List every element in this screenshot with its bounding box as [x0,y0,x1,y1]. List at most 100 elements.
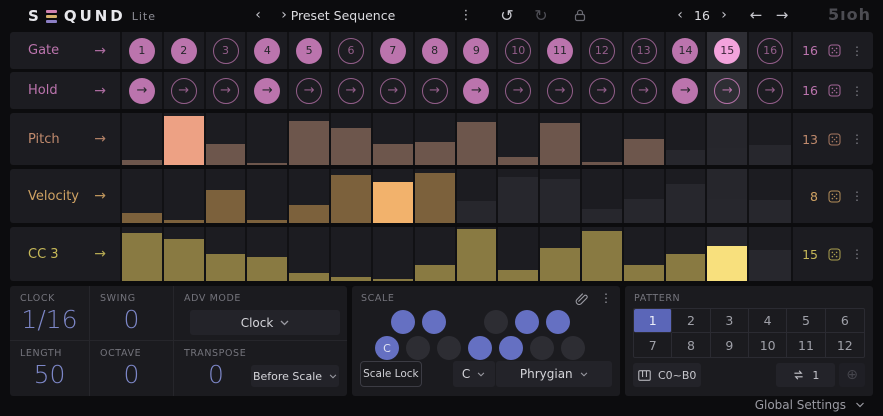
redo-icon[interactable]: ↻ [530,0,552,30]
row-direction-icon[interactable]: → [94,188,106,204]
cc3-step-5[interactable] [289,227,331,281]
scale-note-csharp[interactable] [391,310,415,334]
gate-step-11[interactable]: 11 [540,32,582,69]
row-direction-icon[interactable]: → [94,131,106,147]
pitch-step-4[interactable] [247,113,289,165]
randomize-dice-icon[interactable] [828,44,841,57]
octave-value[interactable]: 0 [100,360,173,389]
cc3-step-9[interactable] [457,227,499,281]
hold-step-10[interactable]: → [498,72,540,109]
transpose-mode-dropdown[interactable]: Before Scale [251,365,339,387]
pitch-step-3[interactable] [206,113,248,165]
swing-param[interactable]: SWING 0 [90,286,174,341]
scale-note-d[interactable] [406,336,430,360]
step-count-value[interactable]: 16 [690,0,714,30]
cc3-step-11[interactable] [540,227,582,281]
hold-step-6[interactable]: → [331,72,373,109]
velocity-step-4[interactable] [247,169,289,223]
pitch-step-13[interactable] [624,113,666,165]
scale-note-c[interactable]: C [375,336,399,360]
pattern-add-icon[interactable]: ⊕ [839,363,865,387]
gate-step-12[interactable]: 12 [582,32,624,69]
undo-icon[interactable]: ↺ [496,0,518,30]
gate-step-6[interactable]: 6 [331,32,373,69]
velocity-step-11[interactable] [540,169,582,223]
pattern-slot-7[interactable]: 7 [634,333,672,357]
pitch-step-7[interactable] [373,113,415,165]
shift-left-icon[interactable]: ← [746,0,766,30]
row-hold-length-value[interactable]: 16 [802,83,818,98]
velocity-step-16[interactable] [749,169,791,223]
clock-value[interactable]: 1/16 [20,305,89,334]
scale-note-f[interactable] [468,336,492,360]
pitch-step-14[interactable] [666,113,708,165]
cc3-step-1[interactable] [122,227,164,281]
velocity-step-12[interactable] [582,169,624,223]
hold-step-11[interactable]: → [540,72,582,109]
hold-step-7[interactable]: → [373,72,415,109]
hold-step-9[interactable]: → [457,72,499,109]
pitch-step-11[interactable] [540,113,582,165]
global-settings-button[interactable]: Global Settings [755,398,865,412]
cc3-step-8[interactable] [415,227,457,281]
hold-step-15[interactable]: → [707,72,749,109]
hold-step-4[interactable]: → [247,72,289,109]
pattern-slot-11[interactable]: 11 [787,333,825,357]
row-gate-length-value[interactable]: 16 [802,43,818,58]
scale-note-dsharp[interactable] [422,310,446,334]
gate-step-15[interactable]: 15 [707,32,749,69]
scale-note-b[interactable] [561,336,585,360]
hold-step-8[interactable]: → [415,72,457,109]
cc3-step-13[interactable] [624,227,666,281]
preset-name[interactable]: Preset Sequence [288,0,398,30]
velocity-step-2[interactable] [164,169,206,223]
pitch-step-12[interactable] [582,113,624,165]
row-gate-label[interactable]: Gate → [10,32,122,69]
length-value[interactable]: 50 [20,360,89,389]
pitch-step-16[interactable] [749,113,791,165]
row-direction-icon[interactable]: → [94,43,106,59]
pitch-step-5[interactable] [289,113,331,165]
pitch-step-9[interactable] [457,113,499,165]
cc3-step-14[interactable] [666,227,708,281]
scale-note-fsharp[interactable] [484,310,508,334]
scale-note-g[interactable] [499,336,523,360]
preset-prev-button[interactable]: ‹ [248,0,268,30]
gate-step-3[interactable]: 3 [206,32,248,69]
hold-step-5[interactable]: → [289,72,331,109]
hold-step-13[interactable]: → [624,72,666,109]
link-icon[interactable] [575,292,588,305]
hold-step-1[interactable]: → [122,72,164,109]
velocity-step-7[interactable] [373,169,415,223]
velocity-step-9[interactable] [457,169,499,223]
preset-menu-icon[interactable]: ⋮ [456,0,476,30]
velocity-step-14[interactable] [666,169,708,223]
randomize-dice-icon[interactable] [828,133,841,146]
gate-step-9[interactable]: 9 [457,32,499,69]
clock-param[interactable]: CLOCK 1/16 [10,286,90,341]
scale-note-asharp[interactable] [546,310,570,334]
velocity-step-8[interactable] [415,169,457,223]
cc3-step-3[interactable] [206,227,248,281]
row-menu-icon[interactable]: ⋮ [851,44,863,58]
scale-note-gsharp[interactable] [515,310,539,334]
hold-step-2[interactable]: → [164,72,206,109]
cc3-step-4[interactable] [247,227,289,281]
cc3-step-6[interactable] [331,227,373,281]
octave-param[interactable]: OCTAVE 0 [90,341,174,396]
pattern-slot-5[interactable]: 5 [787,309,825,333]
gate-step-10[interactable]: 10 [498,32,540,69]
velocity-step-3[interactable] [206,169,248,223]
gate-step-14[interactable]: 14 [666,32,708,69]
gate-step-5[interactable]: 5 [289,32,331,69]
row-direction-icon[interactable]: → [94,246,106,262]
pitch-step-6[interactable] [331,113,373,165]
row-velocity-label[interactable]: Velocity → [10,169,122,223]
scale-menu-icon[interactable]: ⋮ [600,291,612,305]
shift-right-icon[interactable]: → [772,0,792,30]
pitch-step-2[interactable] [164,113,206,165]
step-count-prev-button[interactable]: ‹ [672,0,688,30]
pitch-step-8[interactable] [415,113,457,165]
pattern-slot-4[interactable]: 4 [749,309,787,333]
pitch-step-1[interactable] [122,113,164,165]
